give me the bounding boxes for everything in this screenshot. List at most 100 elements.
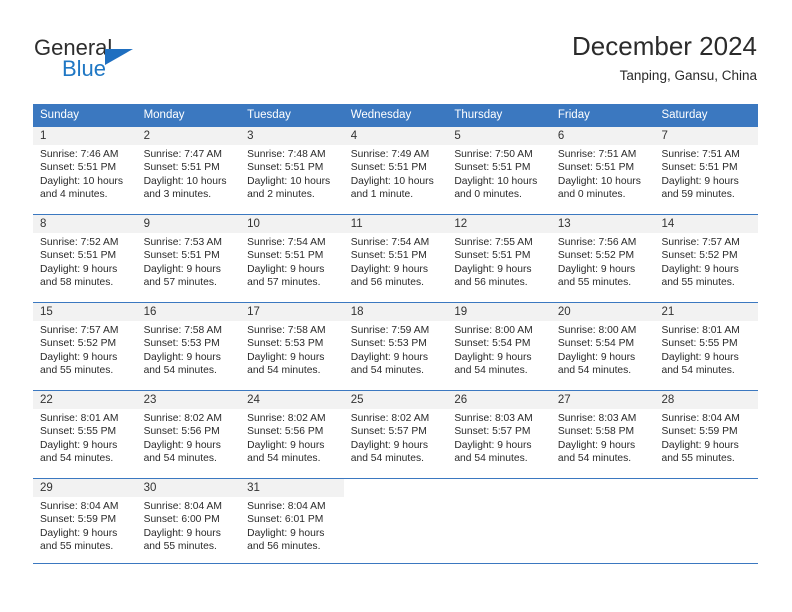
daylight-text-line2: and 1 minute. xyxy=(350,188,414,200)
daylight-text-line2: and 3 minutes. xyxy=(143,188,212,200)
daylight-text-line2: and 54 minutes. xyxy=(454,452,528,464)
daylight-text-line1: Daylight: 10 hours xyxy=(350,175,434,187)
day-details: Sunrise: 7:52 AM Sunset: 5:51 PM Dayligh… xyxy=(33,233,137,289)
day-cell[interactable]: 20 Sunrise: 8:00 AM Sunset: 5:54 PM Dayl… xyxy=(550,303,655,390)
day-number: 21 xyxy=(654,303,759,321)
sunset-text: Sunset: 6:00 PM xyxy=(143,514,220,526)
day-cell[interactable]: 25 Sunrise: 8:02 AM Sunset: 5:57 PM Dayl… xyxy=(343,391,448,478)
day-details: Sunrise: 7:53 AM Sunset: 5:51 PM Dayligh… xyxy=(137,233,241,289)
sunrise-text: Sunrise: 7:51 AM xyxy=(557,149,637,160)
sunrise-text: Sunrise: 8:03 AM xyxy=(454,413,533,424)
day-details: Sunrise: 7:57 AM Sunset: 5:52 PM Dayligh… xyxy=(33,321,137,377)
day-details: Sunrise: 8:03 AM Sunset: 5:57 PM Dayligh… xyxy=(447,409,551,465)
day-cell[interactable]: 12 Sunrise: 7:55 AM Sunset: 5:51 PM Dayl… xyxy=(447,215,551,302)
weekday-header-thursday: Thursday xyxy=(454,109,503,121)
day-cell[interactable]: 14 Sunrise: 7:57 AM Sunset: 5:52 PM Dayl… xyxy=(654,215,759,302)
day-details: Sunrise: 8:01 AM Sunset: 5:55 PM Dayligh… xyxy=(654,321,758,377)
sunset-text: Sunset: 5:53 PM xyxy=(143,338,220,350)
day-cell-empty xyxy=(343,479,448,563)
day-number: 30 xyxy=(136,479,241,497)
day-number: 11 xyxy=(343,215,448,233)
week-row: 15 Sunrise: 7:57 AM Sunset: 5:52 PM Dayl… xyxy=(33,302,759,390)
sunset-text: Sunset: 5:55 PM xyxy=(661,338,738,350)
day-details: Sunrise: 7:59 AM Sunset: 5:53 PM Dayligh… xyxy=(344,321,448,377)
sunset-text: Sunset: 5:52 PM xyxy=(40,338,117,350)
sunset-text: Sunset: 5:56 PM xyxy=(143,426,220,438)
day-cell[interactable]: 6 Sunrise: 7:51 AM Sunset: 5:51 PM Dayli… xyxy=(550,127,655,214)
day-cell[interactable]: 11 Sunrise: 7:54 AM Sunset: 5:51 PM Dayl… xyxy=(343,215,448,302)
daylight-text-line1: Daylight: 9 hours xyxy=(40,439,118,451)
day-number: 8 xyxy=(33,215,137,233)
day-details: Sunrise: 8:03 AM Sunset: 5:58 PM Dayligh… xyxy=(551,409,655,465)
daylight-text-line2: and 54 minutes. xyxy=(557,364,632,376)
day-cell[interactable]: 19 Sunrise: 8:00 AM Sunset: 5:54 PM Dayl… xyxy=(447,303,551,390)
day-details: Sunrise: 8:02 AM Sunset: 5:56 PM Dayligh… xyxy=(137,409,241,465)
day-cell[interactable]: 24 Sunrise: 8:02 AM Sunset: 5:56 PM Dayl… xyxy=(240,391,344,478)
day-cell[interactable]: 18 Sunrise: 7:59 AM Sunset: 5:53 PM Dayl… xyxy=(343,303,448,390)
day-number: 23 xyxy=(136,391,241,409)
sunset-text: Sunset: 5:51 PM xyxy=(143,162,220,174)
day-cell[interactable]: 23 Sunrise: 8:02 AM Sunset: 5:56 PM Dayl… xyxy=(136,391,241,478)
day-cell[interactable]: 16 Sunrise: 7:58 AM Sunset: 5:53 PM Dayl… xyxy=(136,303,241,390)
day-cell[interactable]: 28 Sunrise: 8:04 AM Sunset: 5:59 PM Dayl… xyxy=(654,391,759,478)
day-cell[interactable]: 27 Sunrise: 8:03 AM Sunset: 5:58 PM Dayl… xyxy=(550,391,655,478)
daylight-text-line1: Daylight: 9 hours xyxy=(143,351,221,363)
triangle-icon xyxy=(105,49,133,65)
daylight-text-line2: and 54 minutes. xyxy=(40,452,114,464)
day-cell[interactable]: 3 Sunrise: 7:48 AM Sunset: 5:51 PM Dayli… xyxy=(240,127,344,214)
day-details: Sunrise: 7:48 AM Sunset: 5:51 PM Dayligh… xyxy=(240,145,344,201)
day-number: 6 xyxy=(550,127,655,145)
day-cell[interactable]: 30 Sunrise: 8:04 AM Sunset: 6:00 PM Dayl… xyxy=(136,479,241,563)
day-cell[interactable]: 29 Sunrise: 8:04 AM Sunset: 5:59 PM Dayl… xyxy=(33,479,137,563)
day-cell-empty xyxy=(654,479,759,563)
general-blue-logo[interactable]: General Blue xyxy=(34,36,214,84)
day-cell[interactable]: 10 Sunrise: 7:54 AM Sunset: 5:51 PM Dayl… xyxy=(240,215,344,302)
daylight-text-line2: and 57 minutes. xyxy=(247,276,321,288)
day-number: 29 xyxy=(33,479,137,497)
sunrise-text: Sunrise: 8:01 AM xyxy=(40,413,119,424)
week-row: 1 Sunrise: 7:46 AM Sunset: 5:51 PM Dayli… xyxy=(33,126,759,214)
day-cell[interactable]: 7 Sunrise: 7:51 AM Sunset: 5:51 PM Dayli… xyxy=(654,127,759,214)
day-cell[interactable]: 31 Sunrise: 8:04 AM Sunset: 6:01 PM Dayl… xyxy=(240,479,344,563)
daylight-text-line2: and 54 minutes. xyxy=(247,452,321,464)
day-details: Sunrise: 8:00 AM Sunset: 5:54 PM Dayligh… xyxy=(551,321,655,377)
daylight-text-line1: Daylight: 9 hours xyxy=(454,439,532,451)
sunset-text: Sunset: 5:55 PM xyxy=(40,426,117,438)
day-cell[interactable]: 9 Sunrise: 7:53 AM Sunset: 5:51 PM Dayli… xyxy=(136,215,241,302)
sunrise-text: Sunrise: 8:02 AM xyxy=(143,413,222,424)
day-cell[interactable]: 15 Sunrise: 7:57 AM Sunset: 5:52 PM Dayl… xyxy=(33,303,137,390)
day-cell[interactable]: 2 Sunrise: 7:47 AM Sunset: 5:51 PM Dayli… xyxy=(136,127,241,214)
daylight-text-line1: Daylight: 9 hours xyxy=(40,263,118,275)
daylight-text-line2: and 56 minutes. xyxy=(454,276,528,288)
daylight-text-line1: Daylight: 9 hours xyxy=(40,351,118,363)
day-cell[interactable]: 26 Sunrise: 8:03 AM Sunset: 5:57 PM Dayl… xyxy=(447,391,551,478)
daylight-text-line2: and 59 minutes. xyxy=(661,188,735,200)
day-cell[interactable]: 17 Sunrise: 7:58 AM Sunset: 5:53 PM Dayl… xyxy=(240,303,344,390)
sunrise-text: Sunrise: 7:56 AM xyxy=(557,237,637,248)
day-number xyxy=(550,479,655,497)
day-cell[interactable]: 21 Sunrise: 8:01 AM Sunset: 5:55 PM Dayl… xyxy=(654,303,759,390)
day-cell[interactable]: 5 Sunrise: 7:50 AM Sunset: 5:51 PM Dayli… xyxy=(447,127,551,214)
sunset-text: Sunset: 5:53 PM xyxy=(350,338,427,350)
day-cell[interactable]: 8 Sunrise: 7:52 AM Sunset: 5:51 PM Dayli… xyxy=(33,215,137,302)
day-number: 19 xyxy=(447,303,551,321)
day-cell[interactable]: 13 Sunrise: 7:56 AM Sunset: 5:52 PM Dayl… xyxy=(550,215,655,302)
sunset-text: Sunset: 5:57 PM xyxy=(350,426,427,438)
day-cell[interactable]: 22 Sunrise: 8:01 AM Sunset: 5:55 PM Dayl… xyxy=(33,391,137,478)
day-details: Sunrise: 8:02 AM Sunset: 5:56 PM Dayligh… xyxy=(240,409,344,465)
daylight-text-line2: and 54 minutes. xyxy=(350,452,425,464)
daylight-text-line2: and 54 minutes. xyxy=(350,364,425,376)
day-cell[interactable]: 1 Sunrise: 7:46 AM Sunset: 5:51 PM Dayli… xyxy=(33,127,137,214)
day-number: 26 xyxy=(447,391,551,409)
sunrise-text: Sunrise: 7:48 AM xyxy=(247,149,326,160)
sunset-text: Sunset: 6:01 PM xyxy=(247,514,324,526)
day-number: 24 xyxy=(240,391,344,409)
day-number: 1 xyxy=(33,127,137,145)
calendar-page: General Blue December 2024 Tanping, Gans… xyxy=(0,0,792,612)
sunrise-text: Sunrise: 8:04 AM xyxy=(40,501,119,512)
daylight-text-line1: Daylight: 9 hours xyxy=(143,439,221,451)
day-details: Sunrise: 7:58 AM Sunset: 5:53 PM Dayligh… xyxy=(240,321,344,377)
sunrise-text: Sunrise: 7:52 AM xyxy=(40,237,119,248)
day-cell[interactable]: 4 Sunrise: 7:49 AM Sunset: 5:51 PM Dayli… xyxy=(343,127,448,214)
weekday-header-saturday: Saturday xyxy=(661,109,708,121)
